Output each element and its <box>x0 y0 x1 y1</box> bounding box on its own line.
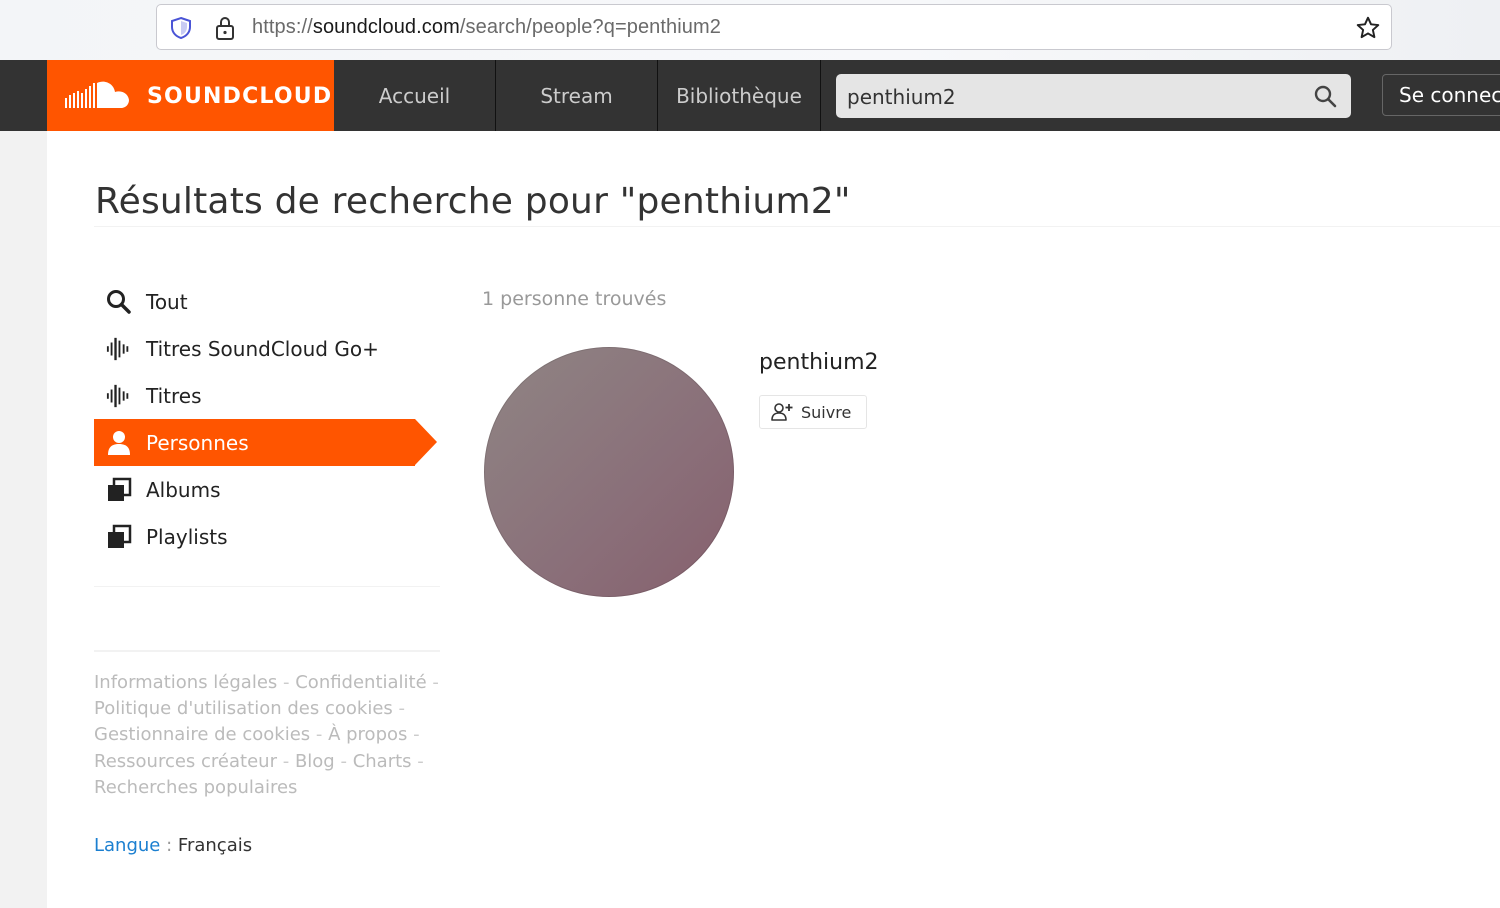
title-divider <box>94 226 1500 227</box>
person-icon <box>106 430 132 456</box>
filter-titres-go[interactable]: Titres SoundCloud Go+ <box>94 325 439 372</box>
url-text[interactable]: https://soundcloud.com/search/people?q=p… <box>252 16 721 39</box>
shield-icon[interactable] <box>169 16 193 40</box>
search-icon[interactable] <box>1313 84 1337 108</box>
signin-button[interactable]: Se connecter <box>1382 74 1500 116</box>
filter-tout[interactable]: Tout <box>94 278 439 325</box>
filter-label: Tout <box>146 289 188 314</box>
language-selector: Langue : Français <box>94 835 252 856</box>
link-privacy[interactable]: Confidentialité <box>295 672 426 693</box>
follow-label: Suivre <box>801 402 852 422</box>
filter-playlists[interactable]: Playlists <box>94 513 439 560</box>
filter-titres[interactable]: Titres <box>94 372 439 419</box>
language-link[interactable]: Langue <box>94 835 160 856</box>
main-content: Résultats de recherche pour "penthium2" … <box>47 131 1500 908</box>
link-popular-searches[interactable]: Recherches populaires <box>94 777 297 798</box>
filter-albums[interactable]: Albums <box>94 466 439 513</box>
nav-stream[interactable]: Stream <box>496 60 658 131</box>
address-bar[interactable]: https://soundcloud.com/search/people?q=p… <box>156 4 1392 50</box>
link-creator-resources[interactable]: Ressources créateur <box>94 751 277 772</box>
browser-toolbar: https://soundcloud.com/search/people?q=p… <box>0 0 1500 60</box>
lock-icon[interactable] <box>213 15 237 41</box>
filter-label: Titres SoundCloud Go+ <box>146 336 379 361</box>
follow-button[interactable]: Suivre <box>759 395 867 429</box>
result-count: 1 personne trouvés <box>482 288 667 310</box>
sidebar-divider <box>94 586 440 587</box>
link-cookie-manager[interactable]: Gestionnaire de cookies <box>94 724 310 745</box>
link-legal[interactable]: Informations légales <box>94 672 277 693</box>
link-blog[interactable]: Blog <box>295 751 335 772</box>
search-icon <box>106 289 132 315</box>
link-charts[interactable]: Charts <box>353 751 412 772</box>
filter-label: Titres <box>146 383 202 408</box>
filter-label: Playlists <box>146 524 228 549</box>
album-icon <box>106 477 132 503</box>
language-separator: : <box>166 835 173 856</box>
link-cookie-policy[interactable]: Politique d'utilisation des cookies <box>94 698 393 719</box>
url-scheme: https:// <box>252 16 313 38</box>
filter-label: Personnes <box>146 430 249 455</box>
waveform-icon <box>106 336 132 362</box>
waveform-icon <box>106 383 132 409</box>
filter-personnes[interactable]: Personnes <box>94 419 437 466</box>
filter-label: Albums <box>146 477 221 502</box>
playlist-icon <box>106 524 132 550</box>
brand-name: SOUNDCLOUD <box>147 84 333 109</box>
avatar[interactable] <box>484 347 734 597</box>
link-about[interactable]: À propos <box>328 724 407 745</box>
search-filter-menu: Tout Titres SoundCloud Go+ Titres Person… <box>94 278 439 560</box>
page-title: Résultats de recherche pour "penthium2" <box>95 181 851 222</box>
soundcloud-logo[interactable]: SOUNDCLOUD <box>47 60 334 131</box>
result-username[interactable]: penthium2 <box>759 350 879 375</box>
url-domain: soundcloud.com <box>312 16 460 38</box>
nav-accueil[interactable]: Accueil <box>334 60 496 131</box>
language-value: Français <box>177 835 253 856</box>
nav-bibliotheque[interactable]: Bibliothèque <box>658 60 821 131</box>
site-header: SOUNDCLOUD Accueil Stream Bibliothèque p… <box>0 60 1500 131</box>
url-path: /search/people?q=penthium2 <box>459 16 722 38</box>
add-user-icon <box>771 403 793 421</box>
soundcloud-cloud-icon <box>65 81 129 108</box>
footer-links: Informations légales - Confidentialité -… <box>94 672 439 798</box>
search-input[interactable]: penthium2 <box>836 74 1351 118</box>
bookmark-star-icon[interactable] <box>1355 15 1381 41</box>
footer-divider <box>94 650 440 652</box>
search-query: penthium2 <box>847 85 956 109</box>
